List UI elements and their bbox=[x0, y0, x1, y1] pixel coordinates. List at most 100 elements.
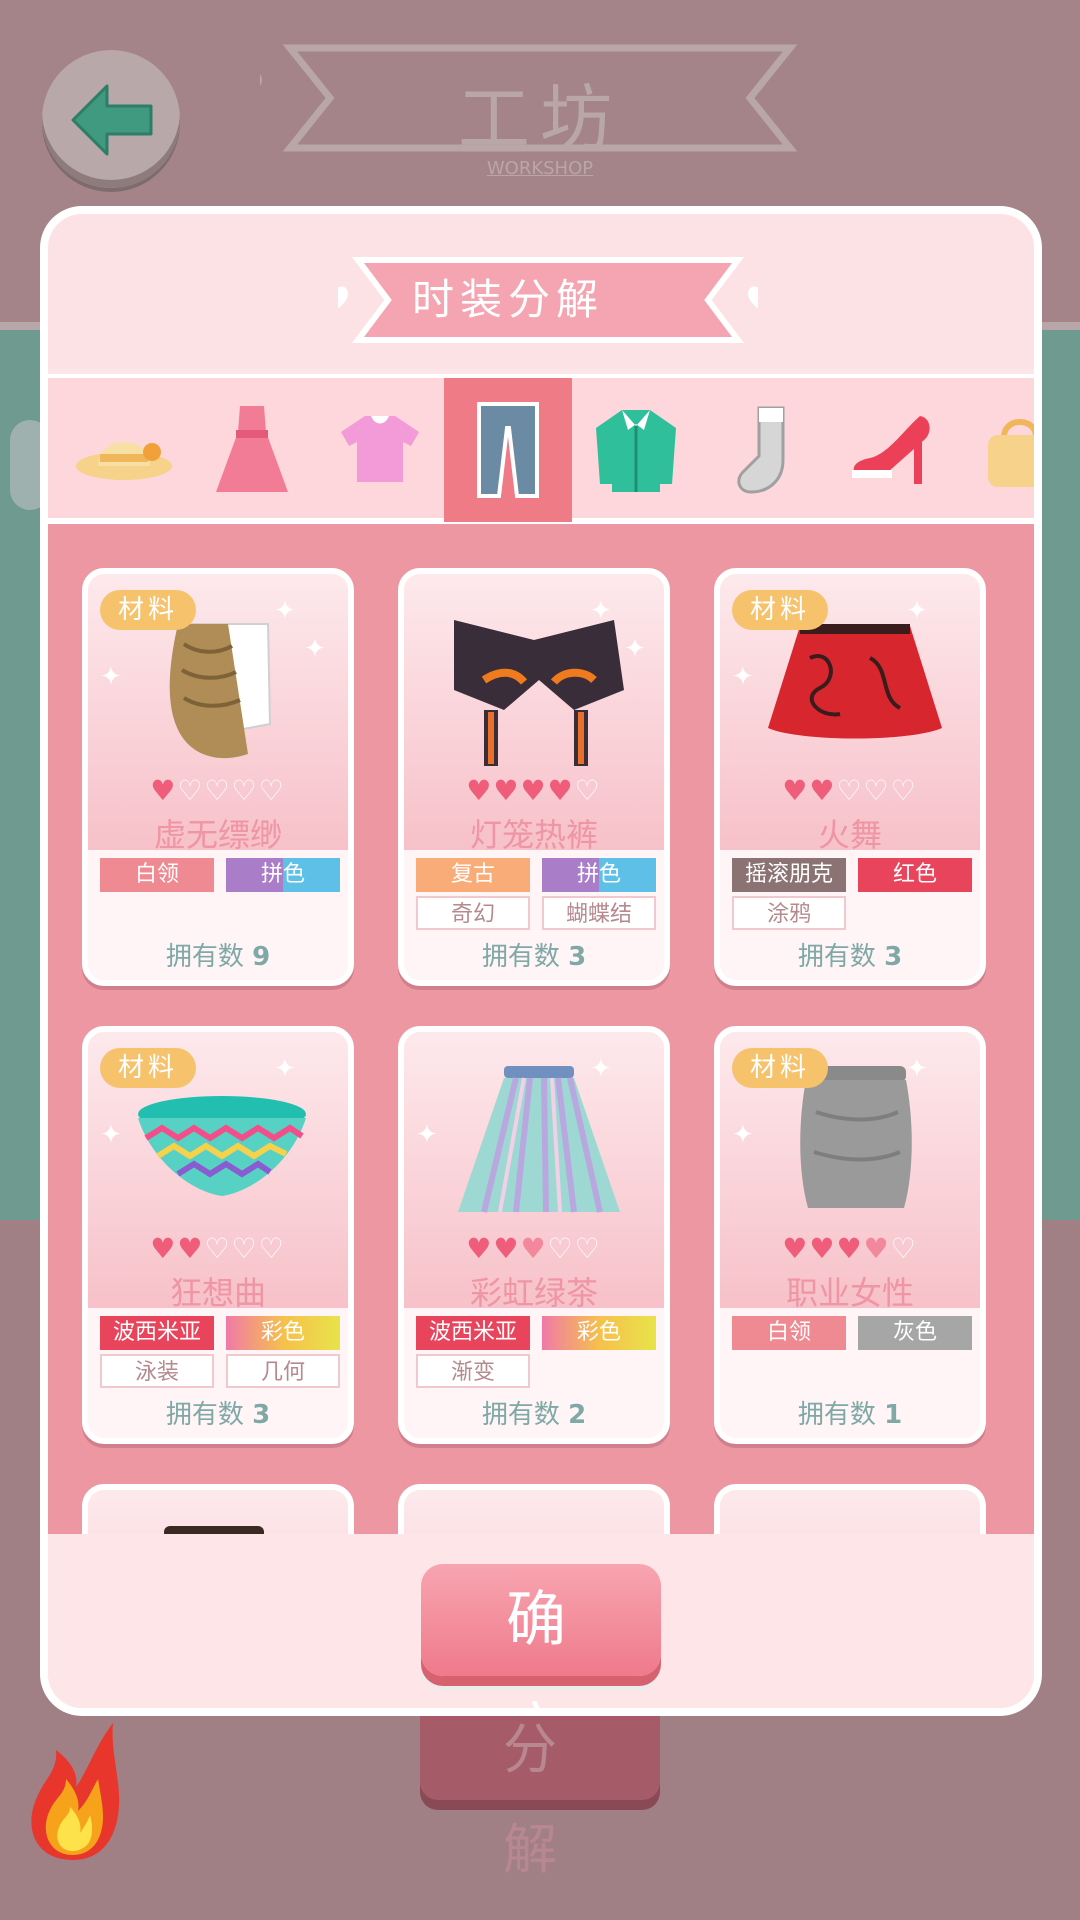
owned-count: 拥有数 3 bbox=[404, 936, 664, 973]
owned-label: 拥有数 bbox=[797, 1400, 876, 1430]
confirm-button[interactable]: 确 定 bbox=[421, 1564, 661, 1708]
material-badge: 材料 bbox=[100, 1048, 196, 1088]
tag-grey: 灰色 bbox=[858, 1316, 972, 1350]
tab-coat[interactable] bbox=[572, 378, 700, 522]
item-skirt-image bbox=[768, 624, 942, 739]
heart-full-icon: ♥♥ bbox=[150, 1232, 205, 1265]
tab-top[interactable] bbox=[316, 378, 444, 522]
owned-count: 拥有数 3 bbox=[88, 1394, 348, 1431]
heart-empty-icon: ♡♡♡ bbox=[204, 1232, 286, 1265]
item-image-area: 材料 ✦ ✦ ♥♥♡♡♡ 火舞 bbox=[720, 574, 980, 854]
heart-half-icon: ♥ bbox=[520, 1232, 548, 1265]
heart-empty-icon: ♡ bbox=[890, 1232, 918, 1265]
owned-label: 拥有数 bbox=[797, 942, 876, 972]
item-rainbow-skirt-image bbox=[458, 1066, 620, 1213]
tab-bag[interactable] bbox=[956, 378, 1034, 522]
sparkle-icon: ✦ bbox=[906, 596, 928, 626]
tag-white-collar: 白领 bbox=[100, 858, 214, 892]
sparkle-icon: ✦ bbox=[100, 1120, 122, 1150]
item-image-area bbox=[720, 1490, 980, 1534]
tag-colorful: 彩色 bbox=[226, 1316, 340, 1350]
owned-value: 3 bbox=[568, 942, 587, 972]
star-rating: ♥♥♥♥♡ bbox=[720, 1232, 980, 1265]
tag-bow: 蝴蝶结 bbox=[542, 896, 656, 930]
owned-value: 9 bbox=[252, 942, 271, 972]
star-rating: ♥♥♥♥♡ bbox=[404, 774, 664, 807]
sparkle-icon: ✦ bbox=[906, 1054, 928, 1084]
item-card[interactable] bbox=[398, 1484, 670, 1534]
tag-retro: 复古 bbox=[416, 858, 530, 892]
tag-geometric: 几何 bbox=[226, 1354, 340, 1388]
item-name: 职业女性 bbox=[785, 1274, 914, 1312]
heart-full-icon: ♥ bbox=[150, 774, 178, 807]
sock-icon bbox=[737, 406, 785, 494]
sparkle-icon: ✦ bbox=[274, 1054, 296, 1084]
owned-count: 拥有数 1 bbox=[720, 1394, 980, 1431]
material-badge: 材料 bbox=[100, 590, 196, 630]
tab-socks[interactable] bbox=[700, 378, 828, 522]
sparkle-icon: ✦ bbox=[416, 1120, 438, 1150]
decompose-modal: 时装分解 材料 ✦ ✦ ✦ ♥♡♡♡♡ 虚无缥缈 白领 拼色 拥有数 9 ✦ ✦… bbox=[40, 206, 1042, 1716]
item-image-area: ✦ ✦ ♥♥♥♥♡ 灯笼热裤 bbox=[404, 574, 664, 854]
top-icon bbox=[341, 416, 419, 482]
item-card[interactable]: ✦ ✦ ♥♥♥♡♡ 彩虹绿茶 波西米亚 彩色 渐变 拥有数 2 bbox=[398, 1026, 670, 1444]
heart-full-icon: ♥♥ bbox=[782, 774, 837, 807]
pants-icon bbox=[477, 402, 539, 498]
category-tabs bbox=[48, 374, 1034, 524]
modal-title: 时装分解 bbox=[411, 275, 604, 324]
sparkle-icon: ✦ bbox=[100, 662, 122, 692]
owned-value: 1 bbox=[884, 1400, 903, 1430]
owned-label: 拥有数 bbox=[481, 1400, 560, 1430]
sparkle-icon: ✦ bbox=[590, 596, 612, 626]
tab-pants[interactable] bbox=[444, 378, 572, 522]
heart-full-icon: ♥♥♥♥ bbox=[466, 774, 575, 807]
item-swim-bottom-image bbox=[138, 1096, 306, 1196]
heart-empty-icon: ♡♡♡♡ bbox=[177, 774, 286, 807]
sparkle-icon: ✦ bbox=[732, 1120, 754, 1150]
owned-label: 拥有数 bbox=[165, 1400, 244, 1430]
hat-icon bbox=[76, 442, 172, 480]
item-image-area: 材料 ✦ ✦ ✦ ♥♡♡♡♡ 虚无缥缈 bbox=[88, 574, 348, 854]
owned-label: 拥有数 bbox=[165, 942, 244, 972]
sparkle-icon: ✦ bbox=[304, 634, 326, 664]
coat-icon bbox=[596, 410, 676, 492]
item-name: 狂想曲 bbox=[169, 1274, 266, 1312]
item-card[interactable]: 材料 ✦ ✦ ♥♥♥♥♡ 职业女性 白领 灰色 拥有数 1 bbox=[714, 1026, 986, 1444]
item-name: 灯笼热裤 bbox=[469, 816, 598, 854]
owned-value: 3 bbox=[884, 942, 903, 972]
item-card[interactable]: 材料 ✦ ✦ ✦ ♥♡♡♡♡ 虚无缥缈 白领 拼色 拥有数 9 bbox=[82, 568, 354, 986]
tag-rock-punk: 摇滚朋克 bbox=[732, 858, 846, 892]
item-image-area bbox=[88, 1490, 348, 1534]
heart-empty-icon: ♡ bbox=[574, 774, 602, 807]
tag-graffiti: 涂鸦 bbox=[732, 896, 846, 930]
tag-patchwork: 拼色 bbox=[542, 858, 656, 892]
item-card[interactable]: 材料 ✦ ✦ ♥♥♡♡♡ 狂想曲 波西米亚 彩色 泳装 几何 拥有数 3 bbox=[82, 1026, 354, 1444]
item-name: 火舞 bbox=[817, 816, 882, 854]
tag-bohemian: 波西米亚 bbox=[416, 1316, 530, 1350]
item-grid: 材料 ✦ ✦ ✦ ♥♡♡♡♡ 虚无缥缈 白领 拼色 拥有数 9 ✦ ✦ ♥♥♥♥… bbox=[48, 524, 1034, 1534]
tab-shoes[interactable] bbox=[828, 378, 956, 522]
tag-patchwork: 拼色 bbox=[226, 858, 340, 892]
item-card[interactable]: ✦ ✦ ♥♥♥♥♡ 灯笼热裤 复古 拼色 奇幻 蝴蝶结 拥有数 3 bbox=[398, 568, 670, 986]
owned-count: 拥有数 9 bbox=[88, 936, 348, 973]
tab-dress[interactable] bbox=[188, 378, 316, 522]
item-card[interactable] bbox=[714, 1484, 986, 1534]
tag-white-collar: 白领 bbox=[732, 1316, 846, 1350]
item-image-partial bbox=[164, 1526, 264, 1534]
tag-fantasy: 奇幻 bbox=[416, 896, 530, 930]
item-image-area bbox=[404, 1490, 664, 1534]
tab-hat[interactable] bbox=[60, 378, 188, 522]
page-subtitle: WORKSHOP bbox=[486, 158, 594, 179]
item-card[interactable]: 材料 ✦ ✦ ♥♥♡♡♡ 火舞 摇滚朋克 红色 涂鸦 拥有数 3 bbox=[714, 568, 986, 986]
heart-empty-icon: ♡♡ bbox=[547, 1232, 602, 1265]
dress-icon bbox=[216, 406, 288, 492]
tag-swimwear: 泳装 bbox=[100, 1354, 214, 1388]
tag-gradient: 渐变 bbox=[416, 1354, 530, 1388]
heart-full-icon: ♥♥ bbox=[466, 1232, 521, 1265]
item-image-area: 材料 ✦ ✦ ♥♥♥♥♡ 职业女性 bbox=[720, 1032, 980, 1312]
item-card[interactable] bbox=[82, 1484, 354, 1534]
tag-red: 红色 bbox=[858, 858, 972, 892]
sparkle-icon: ✦ bbox=[590, 1054, 612, 1084]
tag-bohemian: 波西米亚 bbox=[100, 1316, 214, 1350]
heart-half-icon: ♥ bbox=[863, 1232, 891, 1265]
